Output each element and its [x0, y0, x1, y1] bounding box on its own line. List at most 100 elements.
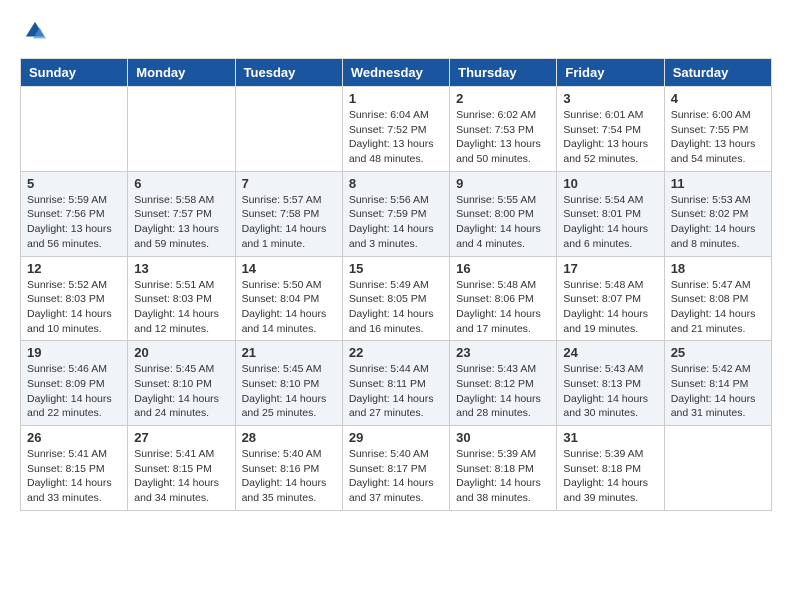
calendar-cell: 19 Sunrise: 5:46 AM Sunset: 8:09 PM Dayli… [21, 341, 128, 426]
calendar-week-row: 1Sunrise: 6:04 AM Sunset: 7:52 PM Daylig… [21, 87, 772, 172]
day-number: 29 [349, 430, 443, 445]
day-info: Sunrise: 5:48 AM Sunset: 8:06 PM Dayligh… [456, 278, 550, 337]
logo-icon [24, 20, 46, 42]
calendar-cell: 7 Sunrise: 5:57 AM Sunset: 7:58 PM Daylig… [235, 171, 342, 256]
day-info: Sunrise: 6:01 AM Sunset: 7:54 PM Dayligh… [563, 108, 657, 167]
page-header [20, 20, 772, 42]
day-info: Sunrise: 5:51 AM Sunset: 8:03 PM Dayligh… [134, 278, 228, 337]
calendar-cell: 29 Sunrise: 5:40 AM Sunset: 8:17 PM Dayli… [342, 426, 449, 511]
day-number: 12 [27, 261, 121, 276]
day-info: Sunrise: 5:45 AM Sunset: 8:10 PM Dayligh… [242, 362, 336, 421]
day-number: 7 [242, 176, 336, 191]
day-info: Sunrise: 5:59 AM Sunset: 7:56 PM Dayligh… [27, 193, 121, 252]
day-number: 26 [27, 430, 121, 445]
day-info: Sunrise: 5:40 AM Sunset: 8:17 PM Dayligh… [349, 447, 443, 506]
calendar-cell: 25 Sunrise: 5:42 AM Sunset: 8:14 PM Dayli… [664, 341, 771, 426]
day-info: Sunrise: 5:57 AM Sunset: 7:58 PM Dayligh… [242, 193, 336, 252]
day-number: 8 [349, 176, 443, 191]
calendar-day-header: Friday [557, 59, 664, 87]
day-info: Sunrise: 5:41 AM Sunset: 8:15 PM Dayligh… [27, 447, 121, 506]
day-info: Sunrise: 5:42 AM Sunset: 8:14 PM Dayligh… [671, 362, 765, 421]
calendar-cell: 31 Sunrise: 5:39 AM Sunset: 8:18 PM Dayli… [557, 426, 664, 511]
day-number: 18 [671, 261, 765, 276]
day-number: 19 [27, 345, 121, 360]
day-number: 27 [134, 430, 228, 445]
calendar-cell: 3 Sunrise: 6:01 AM Sunset: 7:54 PM Daylig… [557, 87, 664, 172]
calendar-cell: 12Sunrise: 5:52 AM Sunset: 8:03 PM Dayli… [21, 256, 128, 341]
day-info: Sunrise: 5:41 AM Sunset: 8:15 PM Dayligh… [134, 447, 228, 506]
day-info: Sunrise: 5:53 AM Sunset: 8:02 PM Dayligh… [671, 193, 765, 252]
calendar-day-header: Saturday [664, 59, 771, 87]
calendar-cell: 28 Sunrise: 5:40 AM Sunset: 8:16 PM Dayli… [235, 426, 342, 511]
calendar-cell [235, 87, 342, 172]
day-info: Sunrise: 5:50 AM Sunset: 8:04 PM Dayligh… [242, 278, 336, 337]
day-info: Sunrise: 5:44 AM Sunset: 8:11 PM Dayligh… [349, 362, 443, 421]
day-info: Sunrise: 5:48 AM Sunset: 8:07 PM Dayligh… [563, 278, 657, 337]
day-number: 28 [242, 430, 336, 445]
calendar-cell: 11 Sunrise: 5:53 AM Sunset: 8:02 PM Dayli… [664, 171, 771, 256]
calendar-week-row: 5 Sunrise: 5:59 AM Sunset: 7:56 PM Daylig… [21, 171, 772, 256]
calendar-cell: 5 Sunrise: 5:59 AM Sunset: 7:56 PM Daylig… [21, 171, 128, 256]
day-info: Sunrise: 5:39 AM Sunset: 8:18 PM Dayligh… [456, 447, 550, 506]
day-number: 25 [671, 345, 765, 360]
calendar-cell: 4Sunrise: 6:00 AM Sunset: 7:55 PM Daylig… [664, 87, 771, 172]
calendar-day-header: Thursday [450, 59, 557, 87]
calendar-week-row: 26 Sunrise: 5:41 AM Sunset: 8:15 PM Dayli… [21, 426, 772, 511]
day-info: Sunrise: 5:43 AM Sunset: 8:13 PM Dayligh… [563, 362, 657, 421]
day-number: 22 [349, 345, 443, 360]
day-info: Sunrise: 5:39 AM Sunset: 8:18 PM Dayligh… [563, 447, 657, 506]
day-info: Sunrise: 5:58 AM Sunset: 7:57 PM Dayligh… [134, 193, 228, 252]
calendar-day-header: Monday [128, 59, 235, 87]
day-number: 4 [671, 91, 765, 106]
day-number: 31 [563, 430, 657, 445]
day-number: 10 [563, 176, 657, 191]
day-number: 1 [349, 91, 443, 106]
day-info: Sunrise: 5:45 AM Sunset: 8:10 PM Dayligh… [134, 362, 228, 421]
calendar-cell: 24 Sunrise: 5:43 AM Sunset: 8:13 PM Dayli… [557, 341, 664, 426]
day-number: 24 [563, 345, 657, 360]
calendar-cell [664, 426, 771, 511]
day-info: Sunrise: 6:02 AM Sunset: 7:53 PM Dayligh… [456, 108, 550, 167]
calendar-cell: 8 Sunrise: 5:56 AM Sunset: 7:59 PM Daylig… [342, 171, 449, 256]
day-number: 30 [456, 430, 550, 445]
calendar-cell: 20 Sunrise: 5:45 AM Sunset: 8:10 PM Dayli… [128, 341, 235, 426]
calendar-cell: 15 Sunrise: 5:49 AM Sunset: 8:05 PM Dayli… [342, 256, 449, 341]
day-info: Sunrise: 5:54 AM Sunset: 8:01 PM Dayligh… [563, 193, 657, 252]
day-number: 23 [456, 345, 550, 360]
calendar-cell: 30 Sunrise: 5:39 AM Sunset: 8:18 PM Dayli… [450, 426, 557, 511]
calendar-cell: 22 Sunrise: 5:44 AM Sunset: 8:11 PM Dayli… [342, 341, 449, 426]
day-number: 5 [27, 176, 121, 191]
calendar-day-header: Tuesday [235, 59, 342, 87]
calendar-table: SundayMondayTuesdayWednesdayThursdayFrid… [20, 58, 772, 511]
calendar-header-row: SundayMondayTuesdayWednesdayThursdayFrid… [21, 59, 772, 87]
calendar-week-row: 19 Sunrise: 5:46 AM Sunset: 8:09 PM Dayli… [21, 341, 772, 426]
calendar-week-row: 12Sunrise: 5:52 AM Sunset: 8:03 PM Dayli… [21, 256, 772, 341]
day-info: Sunrise: 5:46 AM Sunset: 8:09 PM Dayligh… [27, 362, 121, 421]
calendar-cell: 27 Sunrise: 5:41 AM Sunset: 8:15 PM Dayli… [128, 426, 235, 511]
day-info: Sunrise: 5:43 AM Sunset: 8:12 PM Dayligh… [456, 362, 550, 421]
calendar-day-header: Sunday [21, 59, 128, 87]
calendar-cell: 10 Sunrise: 5:54 AM Sunset: 8:01 PM Dayli… [557, 171, 664, 256]
calendar-cell: 18 Sunrise: 5:47 AM Sunset: 8:08 PM Dayli… [664, 256, 771, 341]
day-info: Sunrise: 5:47 AM Sunset: 8:08 PM Dayligh… [671, 278, 765, 337]
day-number: 17 [563, 261, 657, 276]
day-number: 16 [456, 261, 550, 276]
logo [20, 20, 46, 42]
day-number: 21 [242, 345, 336, 360]
day-number: 2 [456, 91, 550, 106]
day-info: Sunrise: 5:56 AM Sunset: 7:59 PM Dayligh… [349, 193, 443, 252]
day-number: 9 [456, 176, 550, 191]
day-number: 20 [134, 345, 228, 360]
day-info: Sunrise: 5:49 AM Sunset: 8:05 PM Dayligh… [349, 278, 443, 337]
calendar-cell: 14 Sunrise: 5:50 AM Sunset: 8:04 PM Dayli… [235, 256, 342, 341]
day-number: 15 [349, 261, 443, 276]
day-info: Sunrise: 5:40 AM Sunset: 8:16 PM Dayligh… [242, 447, 336, 506]
calendar-cell: 1Sunrise: 6:04 AM Sunset: 7:52 PM Daylig… [342, 87, 449, 172]
calendar-cell: 21 Sunrise: 5:45 AM Sunset: 8:10 PM Dayli… [235, 341, 342, 426]
day-number: 3 [563, 91, 657, 106]
day-number: 14 [242, 261, 336, 276]
calendar-cell: 16 Sunrise: 5:48 AM Sunset: 8:06 PM Dayli… [450, 256, 557, 341]
day-number: 11 [671, 176, 765, 191]
day-number: 13 [134, 261, 228, 276]
calendar-day-header: Wednesday [342, 59, 449, 87]
